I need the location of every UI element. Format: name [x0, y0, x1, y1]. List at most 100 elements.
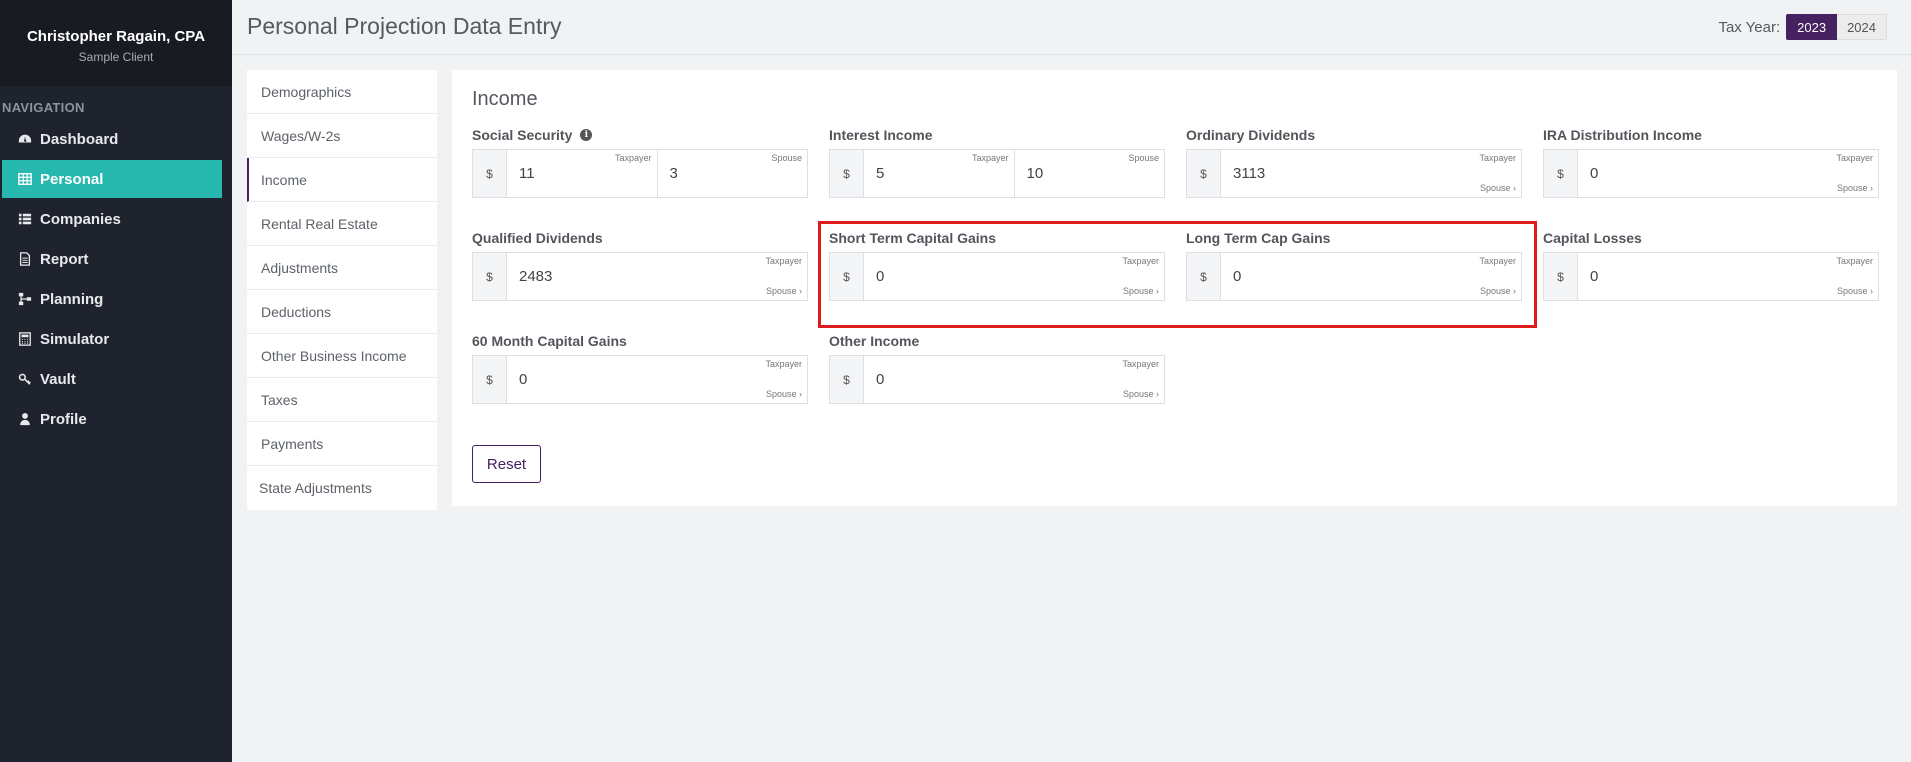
- nav-label: Planning: [40, 290, 104, 308]
- sixty-month-capital-gains-label: 60 Month Capital Gains: [472, 333, 627, 349]
- spouse-toggle-link[interactable]: Spouse ›: [1480, 183, 1516, 193]
- short-term-capital-gains-input-group: $ 0 Taxpayer Spouse ›: [829, 252, 1165, 301]
- sixty-month-capital-gains-input[interactable]: 0 Taxpayer Spouse ›: [507, 356, 807, 403]
- subnav-item-wages[interactable]: Wages/W-2s: [247, 114, 437, 158]
- nav-item-report[interactable]: Report: [2, 240, 222, 278]
- taxpayer-tag: Taxpayer: [1122, 359, 1159, 369]
- input-value: 0: [1233, 268, 1242, 285]
- nav-item-personal[interactable]: Personal: [2, 160, 222, 198]
- field-label: Social Security i: [472, 125, 808, 145]
- nav-label: Dashboard: [40, 130, 119, 148]
- other-income-label: Other Income: [829, 333, 920, 349]
- other-income-field: Other Income $ 0 Taxpayer Spouse ›: [829, 331, 1165, 404]
- nav-label: Companies: [40, 210, 121, 228]
- interest-income-taxpayer-input[interactable]: 5 Taxpayer: [864, 150, 1014, 197]
- long-term-cap-gains-label: Long Term Cap Gains: [1186, 230, 1331, 246]
- nav-label: Personal: [40, 170, 104, 188]
- calculator-icon: [16, 332, 34, 346]
- subnav-item-adjustments[interactable]: Adjustments: [247, 246, 437, 290]
- subnav-item-other-business-income[interactable]: Other Business Income: [247, 334, 437, 378]
- other-income-input-group: $ 0 Taxpayer Spouse ›: [829, 355, 1165, 404]
- input-value: 0: [876, 371, 885, 388]
- page-title: Personal Projection Data Entry: [247, 13, 562, 39]
- short-term-capital-gains-label: Short Term Capital Gains: [829, 230, 996, 246]
- spouse-toggle-link[interactable]: Spouse ›: [1480, 286, 1516, 296]
- ordinary-dividends-input-group: $ 3113 Taxpayer Spouse ›: [1186, 149, 1522, 198]
- income-card: Income Social Security i $ 11 Taxpayer 3…: [452, 70, 1897, 506]
- taxpayer-tag: Taxpayer: [1479, 256, 1516, 266]
- long-term-cap-gains-input[interactable]: 0 Taxpayer Spouse ›: [1221, 253, 1521, 300]
- subnav-item-income[interactable]: Income: [247, 158, 437, 202]
- reset-button[interactable]: Reset: [472, 445, 541, 483]
- social-security-taxpayer-input[interactable]: 11 Taxpayer: [507, 150, 657, 197]
- ordinary-dividends-input[interactable]: 3113 Taxpayer Spouse ›: [1221, 150, 1521, 197]
- social-security-spouse-input[interactable]: 3 Spouse: [656, 150, 808, 197]
- qualified-dividends-field: Qualified Dividends $ 2483 Taxpayer Spou…: [472, 228, 808, 301]
- currency-prefix: $: [830, 150, 864, 197]
- tax-year-label: Tax Year:: [1718, 18, 1781, 36]
- user-icon: [16, 412, 34, 426]
- nav-item-dashboard[interactable]: Dashboard: [2, 120, 222, 158]
- spouse-toggle-link[interactable]: Spouse ›: [1123, 389, 1159, 399]
- nav-item-vault[interactable]: Vault: [2, 360, 222, 398]
- subnav-item-deductions[interactable]: Deductions: [247, 290, 437, 334]
- tax-year-selector: Tax Year: 2023 2024: [1718, 14, 1887, 40]
- taxpayer-tag: Taxpayer: [614, 153, 652, 163]
- year-button-2024[interactable]: 2024: [1837, 14, 1887, 40]
- short-term-capital-gains-input[interactable]: 0 Taxpayer Spouse ›: [864, 253, 1164, 300]
- subnav-item-taxes[interactable]: Taxes: [247, 378, 437, 422]
- spouse-toggle-link[interactable]: Spouse ›: [766, 389, 802, 399]
- subnav-item-state-adjustments[interactable]: State Adjustments: [247, 466, 437, 510]
- social-security-label: Social Security: [472, 127, 573, 143]
- qualified-dividends-input[interactable]: 2483 Taxpayer Spouse ›: [507, 253, 807, 300]
- ira-distribution-income-input-group: $ 0 Taxpayer Spouse ›: [1543, 149, 1879, 198]
- input-value: 5: [876, 165, 885, 182]
- other-income-input[interactable]: 0 Taxpayer Spouse ›: [864, 356, 1164, 403]
- spouse-tag: Spouse: [771, 153, 802, 163]
- input-value: 11: [519, 165, 535, 182]
- nav-item-simulator[interactable]: Simulator: [2, 320, 222, 358]
- info-icon[interactable]: i: [580, 129, 593, 141]
- spouse-toggle-link[interactable]: Spouse ›: [1837, 183, 1873, 193]
- interest-income-input-group: $ 5 Taxpayer 10 Spouse: [829, 149, 1165, 198]
- currency-prefix: $: [1187, 253, 1221, 300]
- key-icon: [16, 372, 34, 386]
- nav-item-companies[interactable]: Companies: [2, 200, 222, 238]
- spouse-toggle-link[interactable]: Spouse ›: [1123, 286, 1159, 296]
- input-value: 0: [876, 268, 885, 285]
- taxpayer-tag: Taxpayer: [765, 256, 802, 266]
- ira-distribution-income-label: IRA Distribution Income: [1543, 127, 1702, 143]
- nav-item-profile[interactable]: Profile: [2, 400, 222, 438]
- ordinary-dividends-field: Ordinary Dividends $ 3113 Taxpayer Spous…: [1186, 125, 1522, 198]
- spouse-toggle-link[interactable]: Spouse ›: [766, 286, 802, 296]
- input-value: 0: [1590, 268, 1599, 285]
- ira-distribution-income-input[interactable]: 0 Taxpayer Spouse ›: [1578, 150, 1878, 197]
- input-value: 0: [519, 371, 528, 388]
- input-value: 3113: [1233, 165, 1266, 182]
- capital-losses-input-group: $ 0 Taxpayer Spouse ›: [1543, 252, 1879, 301]
- input-value: 0: [1590, 165, 1599, 182]
- spouse-toggle-link[interactable]: Spouse ›: [1837, 286, 1873, 296]
- taxpayer-tag: Taxpayer: [1836, 153, 1873, 163]
- currency-prefix: $: [830, 356, 864, 403]
- taxpayer-tag: Taxpayer: [1122, 256, 1159, 266]
- year-button-2023[interactable]: 2023: [1786, 14, 1838, 40]
- subnav-item-demographics[interactable]: Demographics: [247, 70, 437, 114]
- subnav-item-rental-real-estate[interactable]: Rental Real Estate: [247, 202, 437, 246]
- nav-label: Simulator: [40, 330, 110, 348]
- interest-income-spouse-input[interactable]: 10 Spouse: [1013, 150, 1165, 197]
- capital-losses-input[interactable]: 0 Taxpayer Spouse ›: [1578, 253, 1878, 300]
- currency-prefix: $: [1544, 253, 1578, 300]
- nav-item-planning[interactable]: Planning: [2, 280, 222, 318]
- sidebar-header: Christopher Ragain, CPA Sample Client: [0, 0, 232, 86]
- nav-label: Profile: [40, 410, 87, 428]
- subnav-item-payments[interactable]: Payments: [247, 422, 437, 466]
- nav-title: NAVIGATION: [2, 100, 85, 115]
- taxpayer-tag: Taxpayer: [1479, 153, 1516, 163]
- section-subnav: Demographics Wages/W-2s Income Rental Re…: [247, 70, 437, 510]
- qualified-dividends-input-group: $ 2483 Taxpayer Spouse ›: [472, 252, 808, 301]
- currency-prefix: $: [830, 253, 864, 300]
- interest-income-label: Interest Income: [829, 127, 933, 143]
- ira-distribution-income-field: IRA Distribution Income $ 0 Taxpayer Spo…: [1543, 125, 1879, 198]
- capital-losses-label: Capital Losses: [1543, 230, 1642, 246]
